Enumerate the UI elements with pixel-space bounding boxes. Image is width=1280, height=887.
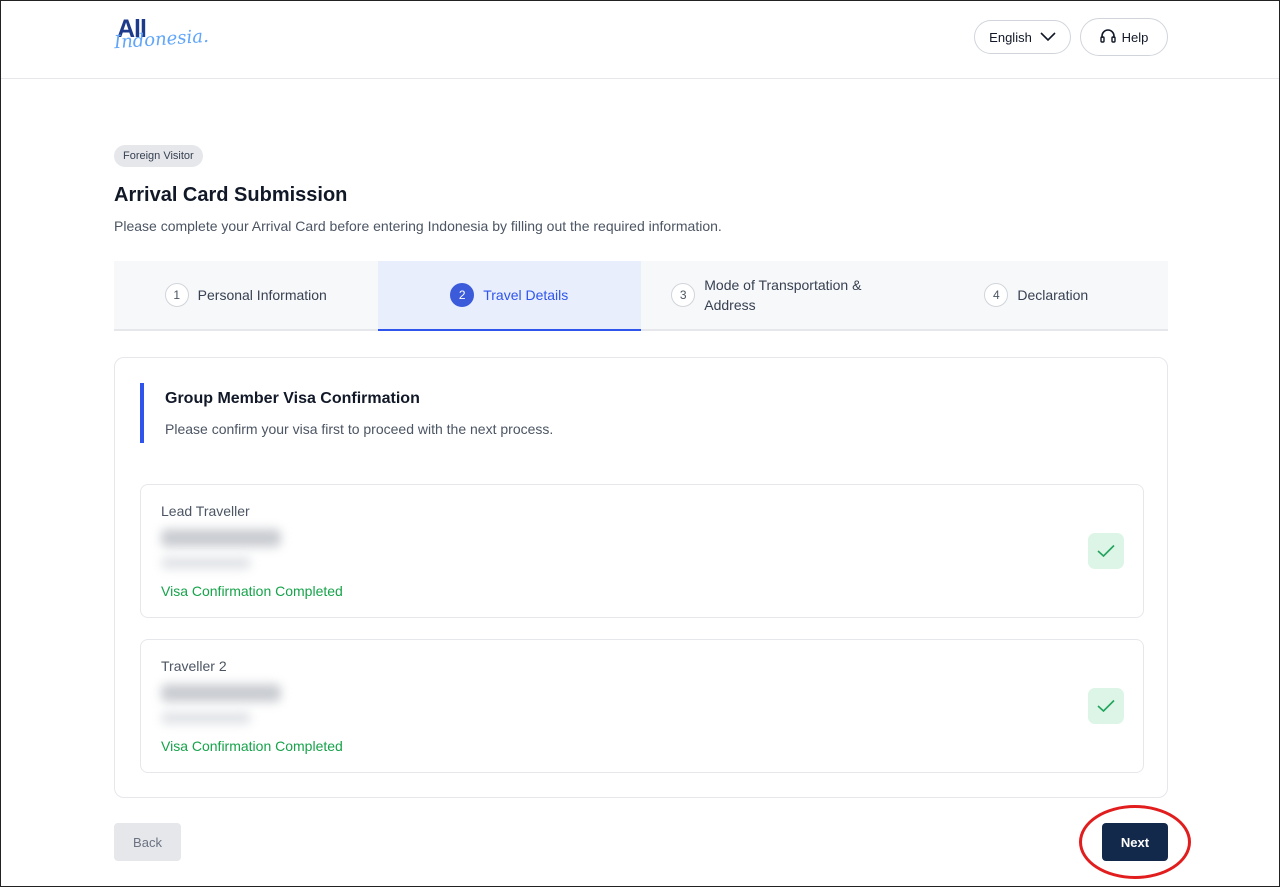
step-label: Personal Information — [197, 287, 327, 303]
step-declaration[interactable]: 4 Declaration — [905, 261, 1169, 329]
top-header: All Indonesia. English Help — [1, 1, 1279, 79]
redacted-traveller-detail — [161, 712, 251, 724]
traveller-label: Traveller 2 — [161, 658, 227, 674]
step-label: Declaration — [1017, 287, 1089, 303]
progress-stepper: 1 Personal Information 2 Travel Details … — [114, 261, 1168, 331]
page-title: Arrival Card Submission — [114, 184, 348, 206]
step-number: 4 — [984, 283, 1009, 307]
check-icon — [1088, 533, 1124, 569]
check-icon — [1088, 688, 1124, 724]
redacted-traveller-detail — [161, 557, 251, 569]
visitor-type-badge: Foreign Visitor — [114, 145, 203, 167]
traveller-label: Lead Traveller — [161, 503, 250, 519]
help-button[interactable]: Help — [1080, 18, 1168, 56]
step-number: 2 — [450, 283, 475, 307]
step-mode-of-transportation[interactable]: 3 Mode of Transportation & Address — [641, 261, 905, 329]
help-label: Help — [1121, 29, 1149, 45]
step-label: Travel Details — [483, 287, 569, 303]
step-number: 1 — [164, 283, 189, 307]
traveller-card-2[interactable]: Traveller 2 Visa Confirmation Completed — [140, 639, 1144, 773]
visa-status: Visa Confirmation Completed — [161, 583, 343, 599]
back-button[interactable]: Back — [114, 823, 181, 861]
visa-confirmation-card: Group Member Visa Confirmation Please co… — [114, 357, 1168, 798]
step-number: 3 — [671, 283, 696, 307]
next-button[interactable]: Next — [1102, 823, 1168, 861]
visa-status: Visa Confirmation Completed — [161, 738, 343, 754]
all-indonesia-logo[interactable]: All Indonesia. — [113, 15, 209, 59]
chevron-down-icon — [1040, 30, 1056, 45]
redacted-traveller-name — [161, 529, 281, 547]
section-accent-bar — [140, 383, 144, 443]
headset-icon — [1099, 28, 1116, 46]
redacted-traveller-name — [161, 684, 281, 702]
step-travel-details[interactable]: 2 Travel Details — [377, 261, 641, 331]
traveller-card-lead[interactable]: Lead Traveller Visa Confirmation Complet… — [140, 484, 1144, 618]
page-subtitle: Please complete your Arrival Card before… — [114, 218, 722, 234]
step-label: Mode of Transportation & Address — [704, 277, 862, 313]
language-label: English — [989, 29, 1032, 45]
language-selector[interactable]: English — [974, 20, 1071, 54]
step-personal-information[interactable]: 1 Personal Information — [114, 261, 378, 329]
section-title: Group Member Visa Confirmation — [165, 390, 420, 407]
section-subtitle: Please confirm your visa first to procee… — [165, 421, 554, 437]
